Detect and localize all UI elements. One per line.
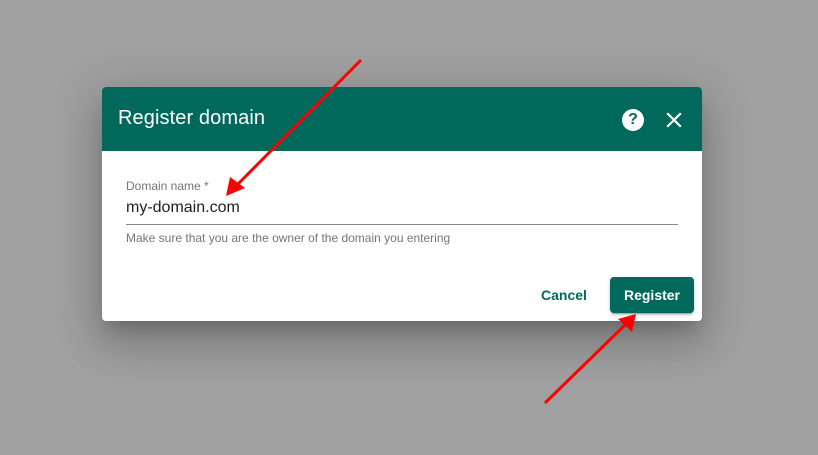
close-icon[interactable]: [664, 110, 684, 130]
register-domain-dialog: Register domain ? Domain name * Make sur…: [102, 87, 702, 321]
dialog-title: Register domain: [118, 107, 266, 129]
register-button[interactable]: Register: [610, 277, 694, 313]
domain-name-input[interactable]: [126, 193, 678, 225]
dialog-header: Register domain ?: [102, 87, 702, 151]
annotation-arrow-to-register: [543, 314, 636, 405]
domain-name-field: Domain name * Make sure that you are the…: [126, 179, 678, 245]
cancel-button[interactable]: Cancel: [530, 277, 598, 313]
domain-name-label: Domain name *: [126, 179, 209, 193]
domain-name-hint: Make sure that you are the owner of the …: [126, 231, 451, 245]
help-icon[interactable]: ?: [622, 109, 644, 131]
